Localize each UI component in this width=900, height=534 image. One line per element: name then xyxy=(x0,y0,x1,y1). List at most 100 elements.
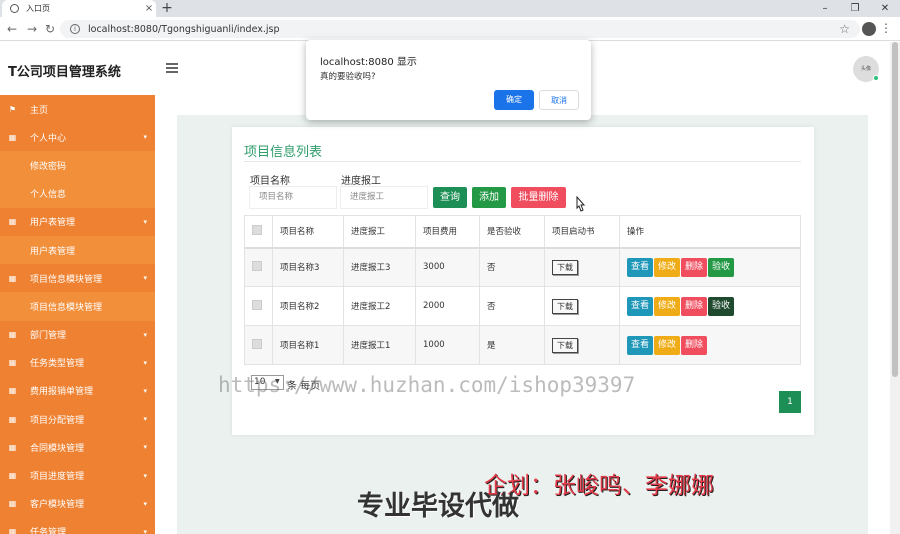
caret-icon: ▾ xyxy=(143,499,147,508)
reload-icon[interactable]: ↻ xyxy=(42,21,58,37)
sidebar-item-0[interactable]: ⚑ 主页 xyxy=(0,95,155,123)
view-button[interactable]: 查看 xyxy=(627,335,654,355)
download-button[interactable]: 下载 xyxy=(552,298,578,314)
sidebar-item-5[interactable]: 用户表管理 xyxy=(0,235,155,265)
sidebar-item-10[interactable]: ▦ 费用报销单管理 ▾ xyxy=(0,377,155,405)
name-label: 项目名称 xyxy=(250,176,290,187)
dialog-title: localhost:8080 显示 xyxy=(320,57,417,68)
url-watermark: https://www.huzhan.com/ishop39397 xyxy=(218,373,636,397)
table-cell: 项目名称3 xyxy=(272,247,344,287)
sidebar-item-label: 合同模块管理 xyxy=(30,443,85,454)
view-button[interactable]: 查看 xyxy=(627,257,654,277)
mouse-pointer-icon xyxy=(574,195,586,212)
delete-button[interactable]: 删除 xyxy=(681,257,708,277)
sidebar-item-2[interactable]: 修改密码 xyxy=(0,151,155,180)
delete-button[interactable]: 删除 xyxy=(681,296,708,316)
caret-icon: ▾ xyxy=(143,217,147,226)
caret-icon: ▾ xyxy=(143,471,147,480)
sidebar-item-6[interactable]: ▦ 项目信息模块管理 ▾ xyxy=(0,264,155,292)
row-checkbox[interactable] xyxy=(252,338,262,349)
dialog-ok-button[interactable]: 确定 xyxy=(494,90,534,110)
restore-icon[interactable]: ❐ xyxy=(840,0,870,17)
caret-icon: ▾ xyxy=(143,274,147,283)
delete-button[interactable]: 删除 xyxy=(681,335,708,355)
grid-icon: ▦ xyxy=(8,414,17,424)
close-icon[interactable]: × xyxy=(142,3,156,14)
flag-icon: ⚑ xyxy=(8,104,17,114)
table-header-row: 项目名称 进度报工 项目费用 是否验收 项目启动书 操作 xyxy=(244,215,801,249)
caret-icon: ▾ xyxy=(143,133,147,142)
url-input[interactable]: i localhost:8080/Tgongshiguanli/index.js… xyxy=(60,20,860,38)
sidebar-item-3[interactable]: 个人信息 xyxy=(0,179,155,208)
browser-tab[interactable]: 入口页 × xyxy=(2,0,156,17)
header-accepted: 是否验收 xyxy=(479,215,545,249)
operations: 查看 修改 删除 验收 xyxy=(627,257,800,277)
table-cell: 下载 xyxy=(544,286,620,326)
sidebar-item-label: 用户表管理 xyxy=(30,246,76,257)
caret-icon: ▾ xyxy=(143,527,147,534)
slogan-watermark: 专业毕设代做 xyxy=(357,491,519,522)
query-button[interactable]: 查询 xyxy=(433,187,467,208)
row-checkbox[interactable] xyxy=(252,299,262,310)
sidebar-item-12[interactable]: ▦ 合同模块管理 ▾ xyxy=(0,433,155,461)
hamburger-menu-icon[interactable] xyxy=(166,63,178,73)
back-icon[interactable]: ← xyxy=(4,21,20,37)
edit-button[interactable]: 修改 xyxy=(654,335,681,355)
sidebar-item-8[interactable]: ▦ 部门管理 ▾ xyxy=(0,321,155,349)
operations-cell: 查看 修改 删除 验收 xyxy=(619,247,801,287)
close-window-icon[interactable]: ✕ xyxy=(870,0,900,17)
new-tab-button[interactable]: + xyxy=(160,0,174,17)
caret-icon: ▾ xyxy=(143,415,147,424)
sidebar-item-label: 部门管理 xyxy=(30,331,67,342)
sidebar-item-15[interactable]: ▦ 任务管理 ▾ xyxy=(0,518,155,534)
info-icon[interactable]: i xyxy=(70,24,80,34)
bookmark-star-icon[interactable]: ☆ xyxy=(839,22,850,36)
online-status-dot xyxy=(873,75,879,81)
dialog-cancel-button[interactable]: 取消 xyxy=(539,90,579,110)
row-checkbox[interactable] xyxy=(252,260,262,271)
url-text: localhost:8080/Tgongshiguanli/index.jsp xyxy=(88,23,280,35)
cell-accepted: 是 xyxy=(487,341,496,351)
grid-icon: ▦ xyxy=(8,330,17,340)
sidebar-item-label: 用户表管理 xyxy=(30,218,76,229)
caret-icon: ▾ xyxy=(143,358,147,367)
profile-icon[interactable] xyxy=(862,22,876,36)
table-cell: 否 xyxy=(479,247,545,287)
progress-search-input[interactable]: 进度报工 xyxy=(340,186,428,209)
edit-button[interactable]: 修改 xyxy=(654,257,681,277)
more-menu-icon[interactable]: ⋮ xyxy=(880,21,892,35)
caret-icon: ▾ xyxy=(143,386,147,395)
view-button[interactable]: 查看 xyxy=(627,296,654,316)
select-all-checkbox[interactable] xyxy=(252,224,262,235)
download-button[interactable]: 下载 xyxy=(552,337,578,353)
table-cell: 下载 xyxy=(544,325,620,365)
accept-button[interactable]: 验收 xyxy=(708,296,735,316)
grid-icon: ▦ xyxy=(8,358,17,368)
sidebar-item-13[interactable]: ▦ 项目进度管理 ▾ xyxy=(0,461,155,489)
add-button[interactable]: 添加 xyxy=(472,187,506,208)
sidebar-item-9[interactable]: ▦ 任务类型管理 ▾ xyxy=(0,349,155,377)
sidebar-item-1[interactable]: ▦ 个人中心 ▾ xyxy=(0,123,155,151)
batch-delete-button[interactable]: 批量删除 xyxy=(511,187,566,208)
table-cell xyxy=(244,286,273,326)
minimize-icon[interactable]: – xyxy=(810,0,840,17)
accept-button[interactable]: 验收 xyxy=(708,257,735,277)
page-1-button[interactable]: 1 xyxy=(779,391,801,413)
edit-button[interactable]: 修改 xyxy=(654,296,681,316)
header-name: 项目名称 xyxy=(272,215,344,249)
sidebar-item-14[interactable]: ▦ 客户模块管理 ▾ xyxy=(0,490,155,518)
download-button[interactable]: 下载 xyxy=(552,259,578,275)
sidebar-item-11[interactable]: ▦ 项目分配管理 ▾ xyxy=(0,405,155,433)
cell-accepted: 否 xyxy=(487,263,496,274)
name-search-input[interactable]: 项目名称 xyxy=(249,186,337,209)
header-progress: 进度报工 xyxy=(343,215,416,249)
sidebar-item-4[interactable]: ▦ 用户表管理 ▾ xyxy=(0,208,155,236)
tab-title: 入口页 xyxy=(26,4,50,13)
scroll-thumb[interactable] xyxy=(892,42,898,377)
browser-tabbar: 入口页 × + – ❐ ✕ xyxy=(0,0,900,17)
sidebar-item-label: 费用报销单管理 xyxy=(30,387,94,398)
cell-progress: 进度报工2 xyxy=(351,302,391,312)
sidebar-item-7[interactable]: 项目信息模块管理 xyxy=(0,292,155,321)
forward-icon[interactable]: → xyxy=(24,21,40,37)
page-scrollbar[interactable] xyxy=(890,42,900,534)
